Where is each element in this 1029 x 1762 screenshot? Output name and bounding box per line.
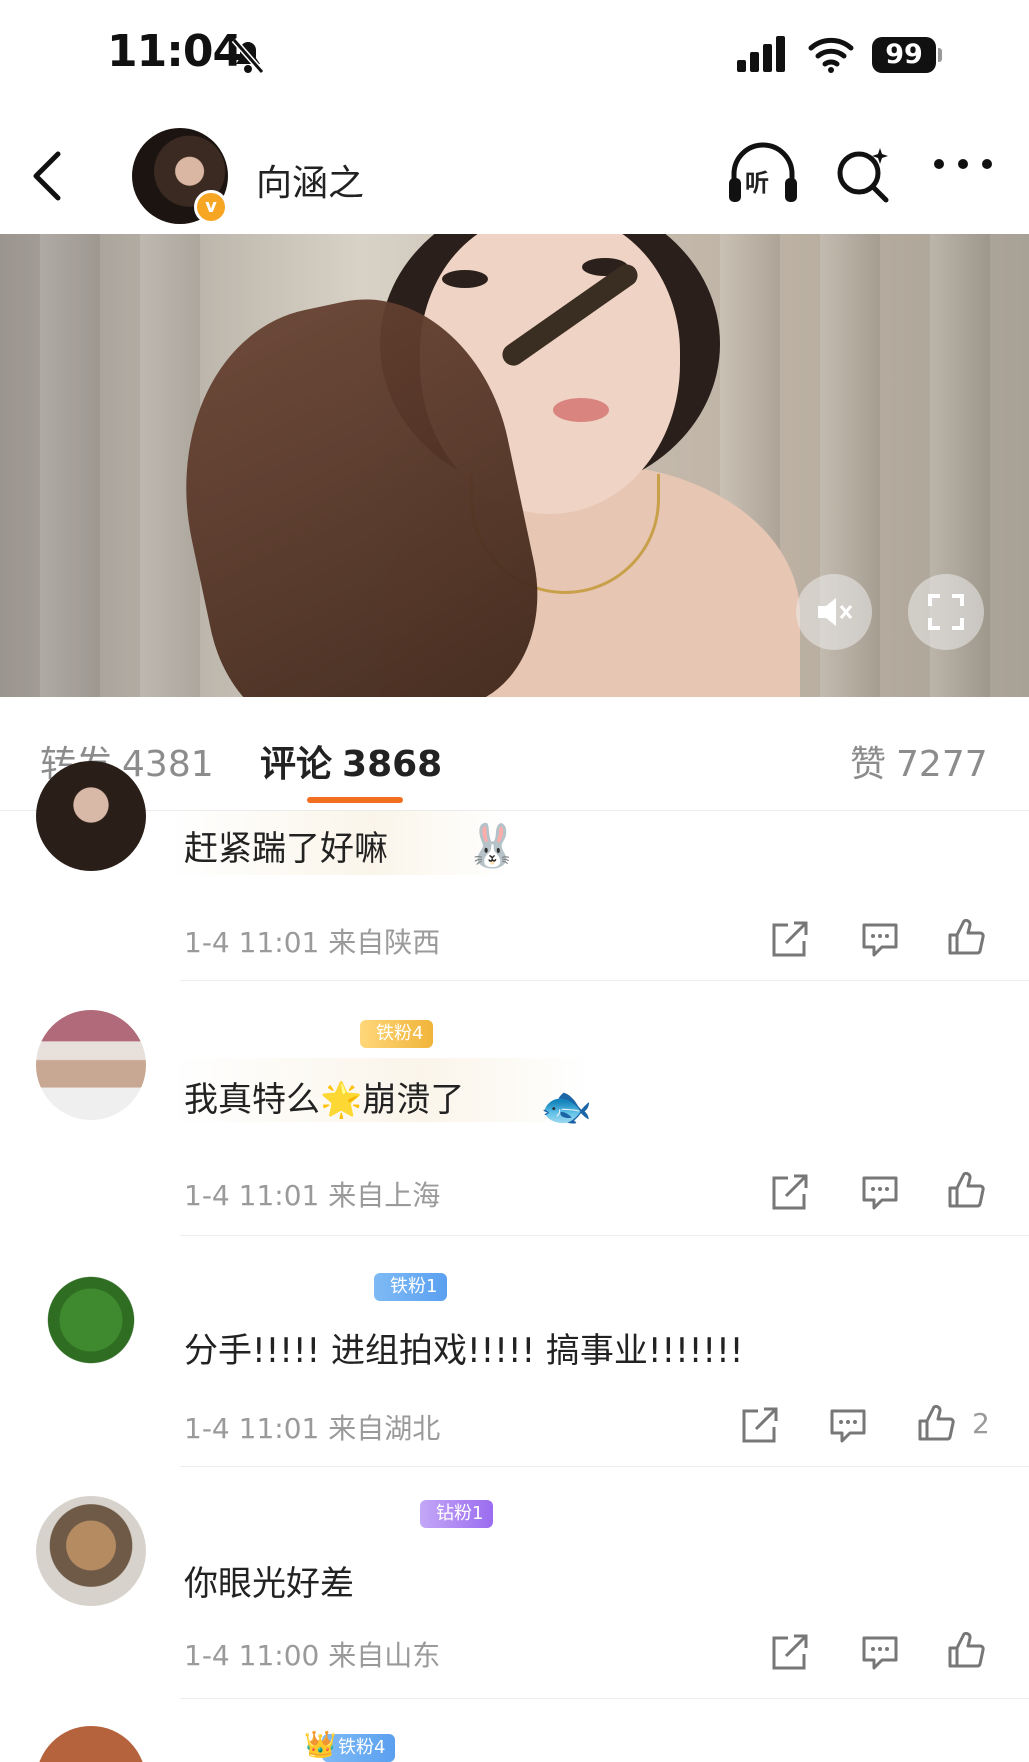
comment-meta: 1-4 11:01 来自湖北 [184,1412,441,1445]
like-thumb-icon[interactable] [946,1170,986,1210]
fish-sticker-icon: 🐟 [540,1082,593,1131]
like-count: 7277 [896,744,988,785]
post-stats-tabs: 转发4381 评论3868 赞7277 [0,697,1029,811]
fan-level-badge: 钻粉1 [420,1500,494,1528]
verified-badge-icon: v [194,190,228,224]
comment-text: 赶紧踹了好嘛 [184,829,388,869]
comment-like-count: 2 [972,1407,990,1440]
listen-label: 听 [745,169,769,197]
share-icon[interactable] [740,1405,780,1445]
comment-divider [180,980,1029,981]
more-options-icon[interactable] [932,152,994,176]
wifi-icon [808,37,854,73]
fullscreen-icon [928,594,964,630]
share-icon[interactable] [770,1172,810,1212]
video-player[interactable] [0,234,1029,697]
video-figure-lips [553,398,609,422]
mute-button[interactable] [796,574,872,650]
comment-text-part: 崩溃了 [362,1080,465,1120]
back-arrow-icon[interactable] [26,148,66,204]
curtain-fold [40,234,100,697]
comment-divider [180,1466,1029,1467]
commenter-avatar[interactable] [36,761,146,871]
reply-icon[interactable] [860,919,900,959]
emoji-icon: 🌟 [320,1080,363,1120]
comment-text: 你眼光好差 [184,1564,354,1604]
active-tab-underline [307,797,403,803]
fullscreen-button[interactable] [908,574,984,650]
reply-icon[interactable] [828,1405,868,1445]
comment-text: 我真特么🌟崩溃了 [184,1072,464,1121]
author-name[interactable]: 向涵之 [256,154,364,206]
tab-comments[interactable]: 评论 3868 [260,735,442,787]
reply-icon[interactable] [860,1632,900,1672]
comment-meta: 1-4 11:01 来自上海 [184,1179,441,1212]
comment-meta: 1-4 11:01 来自陕西 [184,926,441,959]
comment-divider [180,1698,1029,1699]
battery-indicator: 99 [872,37,936,73]
comment-text: 分手!!!!! 进组拍戏!!!!! 搞事业!!!!!!! [184,1331,744,1371]
video-figure-eye [442,270,488,288]
profile-header: v 向涵之 听 [0,110,1029,234]
commenter-avatar[interactable] [36,1496,146,1606]
repost-count: 4381 [122,744,214,785]
comment-item[interactable]: 铁粉4 👑 [0,1716,1029,1762]
fan-level-badge: 铁粉1 [374,1273,448,1301]
comment-item[interactable]: 铁粉1 分手!!!!! 进组拍戏!!!!! 搞事业!!!!!!! 1-4 11:… [0,1255,1029,1467]
like-thumb-icon[interactable] [946,1630,986,1670]
like-thumb-icon[interactable] [916,1403,956,1443]
like-label: 赞 [850,744,887,785]
comment-label: 评论 [260,744,333,785]
commenter-avatar[interactable] [36,1010,146,1120]
like-thumb-icon[interactable] [946,917,986,957]
status-time: 11:04 [107,26,243,77]
comment-text-part: 我真特么 [184,1080,320,1120]
bell-muted-icon [231,38,265,74]
crown-icon: 👑 [304,1730,337,1760]
comment-item[interactable]: 钻粉1 你眼光好差 1-4 11:00 来自山东 [0,1486,1029,1696]
search-sparkle-icon[interactable] [834,146,892,204]
status-bar: 11:04 99 [0,0,1029,110]
share-icon[interactable] [770,1632,810,1672]
battery-tip [938,48,942,62]
rabbit-sticker-icon: 🐰 [466,821,519,870]
commenter-avatar[interactable] [36,1265,146,1375]
commenter-avatar[interactable] [36,1726,146,1762]
speaker-muted-icon [818,598,853,626]
cellular-signal-icon [737,36,785,72]
tab-likes[interactable]: 赞 7277 [850,735,988,787]
comment-divider [180,1235,1029,1236]
comment-item[interactable]: 铁粉4 我真特么🌟崩溃了 🐟 1-4 11:01 来自上海 [0,1000,1029,1234]
fan-level-badge: 铁粉4 [360,1020,434,1048]
comment-meta: 1-4 11:00 来自山东 [184,1639,441,1672]
comment-count: 3868 [342,744,443,785]
comment-item[interactable]: 🐰 赶紧踹了好嘛 1-4 11:01 来自陕西 [0,761,1029,981]
share-icon[interactable] [770,919,810,959]
reply-icon[interactable] [860,1172,900,1212]
